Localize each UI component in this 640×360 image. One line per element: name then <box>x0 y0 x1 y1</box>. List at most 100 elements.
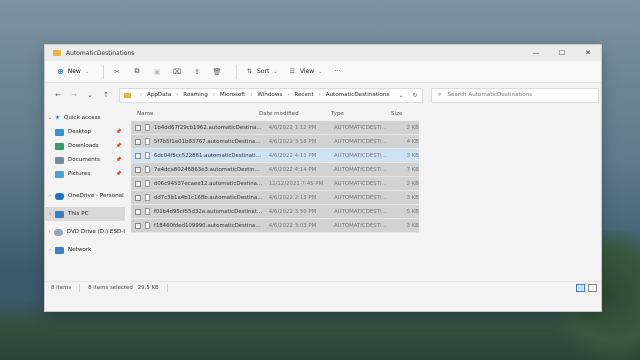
breadcrumb-appdata[interactable]: AppData <box>147 92 171 98</box>
refresh-icon[interactable]: ↻ <box>408 92 422 99</box>
breadcrumb-microsoft[interactable]: Microsoft <box>220 92 245 98</box>
title-bar: AutomaticDestinations — ☐ ✕ <box>45 45 601 61</box>
cut-icon[interactable]: ✂ <box>110 65 124 79</box>
star-icon: ★ <box>55 115 61 121</box>
search-input[interactable]: ⌕ Search AutomaticDestinations <box>431 87 599 103</box>
more-options-button[interactable]: ··· <box>330 64 344 80</box>
view-label: View <box>299 68 315 75</box>
nav-this-pc[interactable]: › This PC <box>45 207 125 221</box>
chevron-right-icon: › <box>140 92 142 98</box>
file-name: 5f7b5f1e01b83767.automaticDestinations-m… <box>153 138 263 145</box>
pin-icon: 📌 <box>115 129 122 135</box>
nav-desktop[interactable]: Desktop 📌 <box>45 125 125 139</box>
file-row[interactable]: d06c94537ecaee12.automaticDestinations-m… <box>131 177 419 191</box>
row-checkbox[interactable] <box>135 138 141 145</box>
nav-pictures[interactable]: Pictures 📌 <box>45 167 125 181</box>
file-row[interactable]: 7e4dca80246863e3.automaticDestinations-m… <box>131 163 419 177</box>
nav-label: This PC <box>68 211 89 217</box>
file-date: 4/6/2022 3:50 PM <box>268 208 317 215</box>
details-view-icon[interactable] <box>576 283 585 292</box>
pictures-icon <box>55 170 64 178</box>
file-date: 4/6/2022 4:14 PM <box>268 166 317 173</box>
address-bar[interactable]: › AppData › Roaming › Microsoft › Window… <box>119 87 423 103</box>
chevron-down-icon: ⌄ <box>47 115 53 121</box>
breadcrumb-roaming[interactable]: Roaming <box>183 92 208 98</box>
delete-icon[interactable]: 🗑 <box>210 65 224 79</box>
file-name: dd7c3b1a4b1c168b.automaticDestinations-m… <box>153 194 263 201</box>
back-arrow-icon[interactable]: ← <box>51 88 65 102</box>
desktop-icon <box>55 128 64 136</box>
file-row[interactable]: dd7c3b1a4b1c168b.automaticDestinations-m… <box>131 191 419 205</box>
file-type: AUTOMATICDESTI... <box>333 194 387 201</box>
up-arrow-icon[interactable]: ↑ <box>99 88 113 102</box>
nav-network[interactable]: › Network <box>45 243 125 257</box>
cloud-icon <box>55 192 64 200</box>
new-button[interactable]: ⊕ New ⌄ <box>53 64 93 80</box>
file-size: 7 KB <box>406 166 419 173</box>
nav-label: Downloads <box>68 143 99 149</box>
column-header-size[interactable]: Size <box>391 111 427 117</box>
breadcrumb-windows[interactable]: Windows <box>257 92 282 98</box>
file-row[interactable]: f01b4d95cf55d32a.automaticDestinations-m… <box>131 205 419 219</box>
nav-downloads[interactable]: Downloads 📌 <box>45 139 125 153</box>
chevron-down-icon: ⌄ <box>273 68 278 75</box>
file-icon <box>144 124 150 131</box>
search-icon: ⌕ <box>438 91 442 98</box>
row-checkbox[interactable] <box>135 152 141 159</box>
column-header-name[interactable]: Name <box>135 111 259 117</box>
folder-icon <box>53 50 61 56</box>
selected-size: 29.5 KB <box>137 284 159 291</box>
chevron-right-icon: › <box>250 92 253 98</box>
row-checkbox[interactable] <box>135 166 141 173</box>
file-row[interactable]: 6dc04f5cc522861.automaticDestinations-ms… <box>131 149 419 163</box>
breadcrumb-automaticdestinations[interactable]: AutomaticDestinations <box>326 92 390 98</box>
history-chevron-icon[interactable]: ⌄ <box>83 88 97 102</box>
nav-documents[interactable]: Documents 📌 <box>45 153 125 167</box>
column-header-type[interactable]: Type <box>331 111 391 117</box>
nav-quick-access[interactable]: ⌄ ★ Quick access <box>45 111 125 125</box>
chevron-right-icon: › <box>49 211 51 217</box>
chevron-right-icon: › <box>318 92 321 98</box>
row-checkbox[interactable] <box>135 180 141 187</box>
file-name: d06c94537ecaee12.automaticDestinations-m… <box>153 180 263 187</box>
row-checkbox[interactable] <box>135 222 141 229</box>
close-button[interactable]: ✕ <box>575 45 601 61</box>
share-icon[interactable]: ⇪ <box>190 65 204 79</box>
nav-label: Documents <box>68 157 100 163</box>
file-name: 6dc04f5cc522861.automaticDestinations-ms <box>153 152 263 159</box>
nav-dvd-drive[interactable]: › DVD Drive (D:) ESD-I <box>45 225 125 239</box>
breadcrumb-recent[interactable]: Recent <box>294 92 313 98</box>
maximize-button[interactable]: ☐ <box>549 45 575 61</box>
file-list: Name Date modified Type Size 1b4dd67f29c… <box>125 107 601 281</box>
copy-icon[interactable]: ⧉ <box>130 65 144 79</box>
rename-icon[interactable]: ⌧ <box>170 65 184 79</box>
sort-label: Sort <box>257 68 270 75</box>
tiles-view-icon[interactable] <box>588 283 597 292</box>
nav-label: Quick access <box>64 115 101 121</box>
pin-icon: 📌 <box>115 143 122 149</box>
file-icon <box>144 222 150 229</box>
file-row[interactable]: 1b4dd67f29cb1962.automaticDestinations-m… <box>131 121 419 135</box>
computer-icon <box>55 210 64 218</box>
file-type: AUTOMATICDESTI... <box>333 152 387 159</box>
sort-icon: ⇅ <box>247 68 253 75</box>
file-row[interactable]: f18460fded109990.automaticDestinations-m… <box>131 219 419 233</box>
column-header-date[interactable]: Date modified <box>259 111 331 117</box>
view-button[interactable]: ☰ View ⌄ <box>286 64 327 80</box>
file-date: 4/6/2022 2:13 PM <box>268 194 317 201</box>
main-body: ⌄ ★ Quick access Desktop 📌 Downloads 📌 D… <box>45 107 601 281</box>
window-title: AutomaticDestinations <box>66 49 135 57</box>
row-checkbox[interactable] <box>135 124 141 131</box>
row-checkbox[interactable] <box>135 194 141 201</box>
row-checkbox[interactable] <box>135 208 141 215</box>
nav-onedrive[interactable]: › OneDrive - Personal <box>45 189 125 203</box>
nav-label: Desktop <box>68 129 92 135</box>
paste-icon[interactable]: ▣ <box>150 65 164 79</box>
chevron-down-icon[interactable]: ⌄ <box>394 92 408 99</box>
file-row[interactable]: 5f7b5f1e01b83767.automaticDestinations-m… <box>131 135 419 149</box>
sort-button[interactable]: ⇅ Sort ⌄ <box>243 64 282 80</box>
file-date: 4/6/2022 3:58 PM <box>268 138 317 145</box>
minimize-button[interactable]: — <box>523 45 549 61</box>
forward-arrow-icon[interactable]: → <box>67 88 81 102</box>
address-tail: ⌄ ↻ <box>394 92 422 99</box>
